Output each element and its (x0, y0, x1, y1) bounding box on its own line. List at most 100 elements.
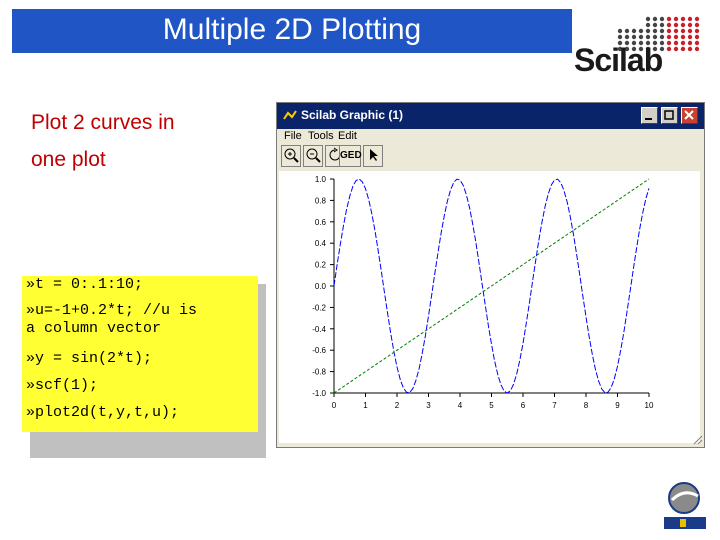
logo-dot (680, 28, 686, 34)
scilab-graphic-window: Scilab Graphic (1) File Tools Edit GED 0… (276, 102, 705, 448)
logo-dot (673, 34, 679, 40)
code-line-2: »u=-1+0.2*t; //u is (26, 302, 198, 319)
x-tick-label: 7 (552, 401, 557, 410)
logo-dot (687, 40, 693, 46)
code-line-5: »scf(1); (26, 377, 99, 394)
code-line-3: a column vector (26, 320, 162, 337)
x-tick-label: 4 (458, 401, 463, 410)
pointer-button[interactable] (363, 145, 383, 167)
x-tick-label: 3 (426, 401, 431, 410)
bullet-line-2: one plot (31, 148, 106, 171)
code-line-6: »plot2d(t,y,t,u); (26, 404, 180, 421)
logo-dot (652, 28, 658, 34)
pointer-icon (370, 149, 378, 161)
logo-dot (680, 34, 686, 40)
maximize-icon (664, 110, 674, 120)
logo-dot (687, 22, 693, 28)
y-tick-label: 0.4 (315, 239, 327, 248)
code-box: »t = 0:.1:10; »u=-1+0.2*t; //u is a colu… (22, 276, 258, 432)
logo-dot (666, 28, 672, 34)
logo-dot (631, 28, 637, 34)
logo-dot (694, 22, 700, 28)
menu-tools[interactable]: Tools (308, 130, 334, 142)
logo-dot (680, 40, 686, 46)
logo-dot (687, 28, 693, 34)
slide-title: Multiple 2D Plotting (162, 13, 422, 46)
logo-dot (652, 16, 658, 22)
logo-dot (673, 40, 679, 46)
zoom-in-button[interactable] (281, 145, 301, 167)
maximize-button[interactable] (661, 107, 678, 124)
window-title: Scilab Graphic (1) (301, 108, 404, 122)
logo-dot (666, 40, 672, 46)
ged-button[interactable]: GED (339, 145, 362, 167)
logo-dot (694, 40, 700, 46)
slide-title-bar: Multiple 2D Plotting (12, 9, 572, 53)
minimize-button[interactable] (641, 107, 658, 124)
logo-dot (680, 16, 686, 22)
logo-dot (673, 22, 679, 28)
logo-dot (624, 34, 630, 40)
x-tick-label: 1 (363, 401, 368, 410)
logo-dot (645, 34, 651, 40)
logo-dot (666, 22, 672, 28)
y-tick-label: 1.0 (315, 175, 327, 184)
logo-dot (694, 28, 700, 34)
close-button[interactable] (681, 107, 698, 124)
logo-dot (624, 28, 630, 34)
y-tick-label: -1.0 (312, 389, 326, 398)
zoom-out-button[interactable] (303, 145, 323, 167)
logo-dot (652, 22, 658, 28)
y-tick-label: -0.8 (312, 368, 326, 377)
logo-dot (673, 16, 679, 22)
logo-dot (666, 46, 672, 52)
logo-dot (687, 16, 693, 22)
x-tick-label: 8 (584, 401, 589, 410)
bullet-line-1: Plot 2 curves in (31, 111, 175, 134)
menu-file[interactable]: File (284, 130, 302, 142)
logo-dot (694, 34, 700, 40)
x-tick-label: 6 (521, 401, 526, 410)
zoom-out-icon (306, 148, 321, 163)
logo-dot (680, 46, 686, 52)
app-icon (283, 110, 297, 120)
logo-dot (673, 28, 679, 34)
x-tick-label: 2 (395, 401, 400, 410)
logo-dot (638, 34, 644, 40)
menu-edit[interactable]: Edit (338, 130, 357, 142)
logo-dot (680, 22, 686, 28)
logo-dot (687, 46, 693, 52)
window-title-bar[interactable]: Scilab Graphic (1) (277, 103, 704, 129)
resize-grip-icon[interactable] (691, 433, 703, 445)
logo-dot (673, 46, 679, 52)
logo-dot (659, 22, 665, 28)
logo-dot (666, 34, 672, 40)
logo-dot (645, 16, 651, 22)
bullet-text: Plot 2 curves in one plot (31, 104, 231, 178)
logo-dot (687, 34, 693, 40)
code-line-4: »y = sin(2*t); (26, 350, 153, 367)
series-line-2 (333, 178, 650, 394)
y-tick-label: -0.2 (312, 303, 326, 312)
logo-dot (659, 28, 665, 34)
logo-dot (617, 28, 623, 34)
plot-area[interactable]: 0 1 2 3 4 5 6 7 8 9 10 1.0 0.8 0.6 0.4 0.2 0.0 -0.2 -0.4 -0… (279, 171, 700, 443)
logo-dot (659, 16, 665, 22)
logo-dot (659, 34, 665, 40)
x-tick-label: 10 (645, 401, 654, 410)
logo-dot (645, 28, 651, 34)
x-tick-label: 0 (332, 401, 337, 410)
unimap-logo-graphic (664, 482, 706, 529)
logo-dot (652, 34, 658, 40)
x-tick-label: 5 (489, 401, 494, 410)
logo-dot (694, 46, 700, 52)
logo-dot (617, 34, 623, 40)
logo-dot (694, 16, 700, 22)
logo-dot (638, 28, 644, 34)
code-line-1: »t = 0:.1:10; (26, 276, 144, 293)
x-tick-label: 9 (615, 401, 620, 410)
zoom-in-icon (284, 148, 299, 163)
y-tick-label: -0.6 (312, 346, 326, 355)
unimap-logo (660, 480, 710, 532)
scilab-logo-text: Scilab (574, 42, 663, 78)
